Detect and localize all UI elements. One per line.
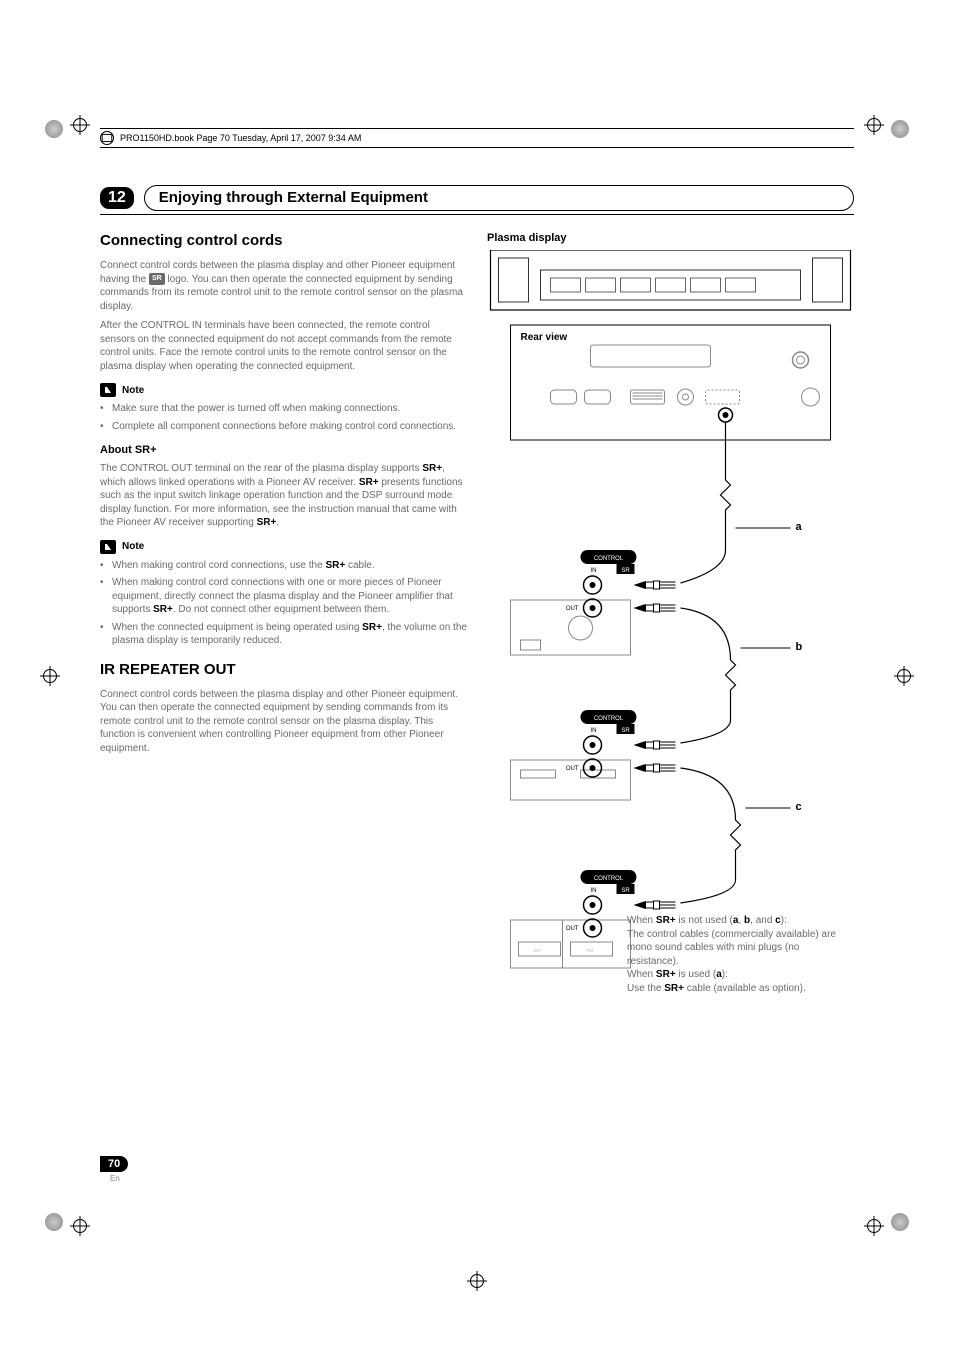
dn-d1: Use the: [627, 983, 664, 994]
note1-item2: Complete all component connections befor…: [100, 420, 467, 434]
n2i3a: When the connected equipment is being op…: [112, 622, 362, 633]
chapter-bar: 12 Enjoying through External Equipment: [100, 185, 854, 215]
dn-d2: SR+: [664, 983, 684, 994]
asr-g: .: [276, 517, 279, 528]
n2i1a: When making control cord connections, us…: [112, 560, 325, 571]
label-c: c: [796, 801, 802, 813]
connection-diagram: Rear view: [487, 250, 854, 1010]
page-number: 70: [100, 1156, 128, 1172]
crop-mark-tr: [864, 115, 884, 135]
n2i1c: cable.: [345, 560, 374, 571]
header-icons: [100, 131, 114, 145]
dn-c2: SR+: [656, 969, 676, 980]
chapter-number: 12: [100, 187, 134, 209]
page-footer: 70 En: [100, 1154, 128, 1183]
crop-mark-ml: [40, 666, 60, 686]
n2i2b: SR+: [153, 604, 173, 615]
crop-dot-tl: [45, 120, 63, 138]
note-heading-2: Note: [100, 540, 467, 554]
label-a: a: [796, 521, 803, 533]
dn-a1: When: [627, 915, 656, 926]
section-ir-repeater-out: IR REPEATER OUT: [100, 660, 467, 680]
crop-dot-br: [891, 1213, 909, 1231]
in-label-2: IN: [591, 728, 597, 734]
out-label-2: OUT: [566, 766, 579, 772]
dn-a2: SR+: [656, 915, 676, 926]
crop-dot-tr: [891, 120, 909, 138]
svg-text:◦▭: ◦▭: [586, 948, 594, 954]
sr-badge-2: SR: [621, 728, 630, 734]
control-label-1: CONTROL: [594, 556, 624, 562]
note-label: Note: [122, 384, 144, 398]
left-column: Connecting control cords Connect control…: [100, 231, 467, 1001]
plasma-display-label: Plasma display: [487, 231, 854, 246]
rear-view-label: Rear view: [521, 332, 568, 343]
n2i1b: SR+: [325, 560, 345, 571]
note-icon: [100, 383, 116, 397]
para-after-control-in: After the CONTROL IN terminals have been…: [100, 319, 467, 373]
asr-f: SR+: [257, 517, 277, 528]
in-label-1: IN: [591, 568, 597, 574]
out-label-1: OUT: [566, 606, 579, 612]
note1-item1: Make sure that the power is turned off w…: [100, 402, 467, 416]
asr-a: The CONTROL OUT terminal on the rear of …: [100, 463, 422, 474]
sr-badge-3: SR: [621, 888, 630, 894]
crop-mark-mr: [894, 666, 914, 686]
right-column: Plasma display Rear view: [487, 231, 854, 1001]
out-label-3: OUT: [566, 926, 579, 932]
dn-a3: is not used (: [676, 915, 733, 926]
note-icon: [100, 540, 116, 554]
note-label: Note: [122, 540, 144, 554]
crop-dot-bl: [45, 1213, 63, 1231]
book-icon: [100, 131, 114, 145]
chapter-title: Enjoying through External Equipment: [159, 189, 428, 206]
asr-b: SR+: [422, 463, 442, 474]
dn-a7: , and: [750, 915, 775, 926]
control-label-2: CONTROL: [594, 716, 624, 722]
book-header: PRO1150HD.book Page 70 Tuesday, April 17…: [100, 128, 854, 148]
section-connecting-control-cords: Connecting control cords: [100, 231, 467, 251]
note-heading-1: Note: [100, 383, 467, 397]
page-content: 12 Enjoying through External Equipment C…: [100, 185, 854, 1191]
ir-repeater-para: Connect control cords between the plasma…: [100, 688, 467, 756]
control-label-3: CONTROL: [594, 876, 624, 882]
page-lang: En: [110, 1174, 128, 1183]
dn-c1: When: [627, 969, 656, 980]
sr-logo-icon: SR: [149, 273, 165, 284]
about-sr-plus-heading: About SR+: [100, 443, 467, 458]
crop-mark-br: [864, 1216, 884, 1236]
about-sr-plus-para: The CONTROL OUT terminal on the rear of …: [100, 462, 467, 530]
para-connect-cords: Connect control cords between the plasma…: [100, 259, 467, 313]
note2-item2: When making control cord connections wit…: [100, 576, 467, 617]
note2-item1: When making control cord connections, us…: [100, 559, 467, 573]
note2-list: When making control cord connections, us…: [100, 559, 467, 648]
crop-mark-bl: [70, 1216, 90, 1236]
label-b: b: [796, 641, 803, 653]
crop-mark-tl: [70, 115, 90, 135]
chapter-title-wrap: Enjoying through External Equipment: [144, 185, 854, 211]
dn-d3: cable (available as option).: [684, 983, 806, 994]
crop-mark-mb: [467, 1271, 487, 1291]
svg-text:▭◦: ▭◦: [534, 948, 542, 954]
asr-d: SR+: [359, 477, 379, 488]
in-label-3: IN: [591, 888, 597, 894]
n2i3b: SR+: [362, 622, 382, 633]
n2i2c: . Do not connect other equipment between…: [173, 604, 389, 615]
dn-a9: ):: [781, 915, 787, 926]
note1-list: Make sure that the power is turned off w…: [100, 402, 467, 433]
dn-c5: ):: [722, 969, 728, 980]
book-stamp-text: PRO1150HD.book Page 70 Tuesday, April 17…: [120, 133, 361, 143]
dn-c3: is used (: [676, 969, 717, 980]
sr-badge-1: SR: [621, 568, 630, 574]
note2-item3: When the connected equipment is being op…: [100, 621, 467, 648]
